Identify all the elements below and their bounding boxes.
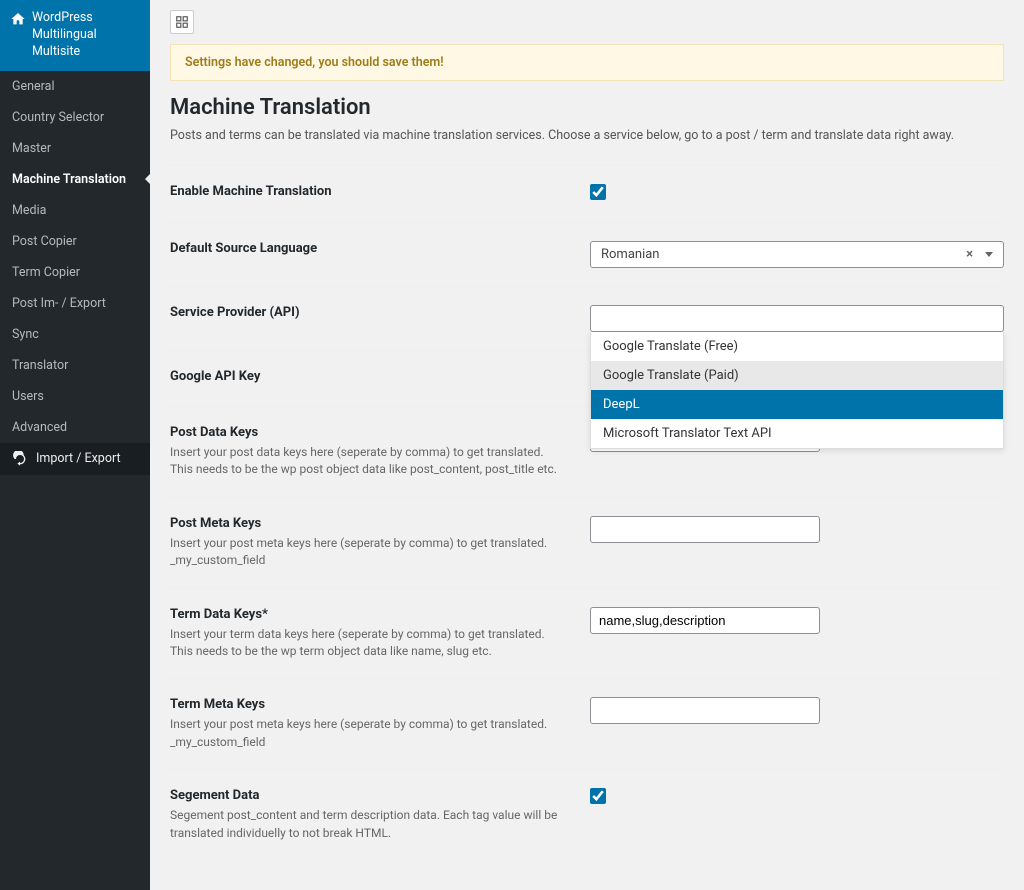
row-term-data-keys: Term Data Keys* Insert your term data ke… — [170, 588, 1004, 679]
sidebar-item-advanced[interactable]: Advanced — [0, 412, 150, 443]
label-enable: Enable Machine Translation — [170, 184, 566, 199]
label-provider: Service Provider (API) — [170, 305, 566, 320]
label-term-data-keys: Term Data Keys* — [170, 607, 566, 622]
help-post-data-keys: Insert your post data keys here (seperat… — [170, 444, 566, 479]
provider-option[interactable]: Google Translate (Free) — [591, 332, 1003, 361]
checkbox-segment[interactable] — [590, 788, 606, 804]
sidebar-header[interactable]: WordPress Multilingual Multisite — [0, 0, 150, 71]
sidebar-item-post-im-export[interactable]: Post Im- / Export — [0, 288, 150, 319]
sidebar-item-machine-translation[interactable]: Machine Translation — [0, 164, 150, 195]
sidebar-item-sync[interactable]: Sync — [0, 319, 150, 350]
sidebar-item-master[interactable]: Master — [0, 133, 150, 164]
sidebar-item-media[interactable]: Media — [0, 195, 150, 226]
page-description: Posts and terms can be translated via ma… — [170, 128, 1004, 143]
notice-text: Settings have changed, you should save t… — [185, 55, 444, 70]
chevron-down-icon — [985, 252, 993, 257]
clear-icon[interactable]: × — [966, 247, 973, 262]
select-source-lang[interactable]: Romanian × — [590, 241, 1004, 268]
row-provider: Service Provider (API) Google Translate … — [170, 286, 1004, 350]
sidebar: WordPress Multilingual Multisite General… — [0, 0, 150, 890]
grid-icon — [175, 15, 189, 29]
sidebar-item-post-copier[interactable]: Post Copier — [0, 226, 150, 257]
input-term-meta-keys[interactable] — [590, 697, 820, 724]
select-provider-search[interactable] — [590, 305, 1004, 332]
row-source-lang: Default Source Language Romanian × — [170, 222, 1004, 286]
label-segment: Segement Data — [170, 788, 566, 803]
row-segment: Segement Data Segement post_content and … — [170, 769, 1004, 860]
site-title: WordPress Multilingual Multisite — [32, 10, 140, 61]
select-provider-dropdown: Google Translate (Free) Google Translate… — [590, 332, 1004, 449]
label-google-key: Google API Key — [170, 369, 566, 384]
input-post-meta-keys[interactable] — [590, 516, 820, 543]
row-term-meta-keys: Term Meta Keys Insert your post meta key… — [170, 678, 1004, 769]
sidebar-item-general[interactable]: General — [0, 71, 150, 102]
label-post-data-keys: Post Data Keys — [170, 425, 566, 440]
main-content: Settings have changed, you should save t… — [150, 0, 1024, 890]
home-icon — [10, 11, 26, 31]
notice-banner: Settings have changed, you should save t… — [170, 44, 1004, 81]
provider-option[interactable]: DeepL — [591, 390, 1003, 419]
row-enable: Enable Machine Translation — [170, 165, 1004, 222]
select-provider[interactable]: Google Translate (Free) Google Translate… — [590, 305, 1004, 332]
page-title: Machine Translation — [170, 95, 1004, 120]
sidebar-item-translator[interactable]: Translator — [0, 350, 150, 381]
sidebar-item-country-selector[interactable]: Country Selector — [0, 102, 150, 133]
checkbox-enable[interactable] — [590, 184, 606, 200]
input-term-data-keys[interactable] — [590, 607, 820, 634]
label-post-meta-keys: Post Meta Keys — [170, 516, 566, 531]
sidebar-item-term-copier[interactable]: Term Copier — [0, 257, 150, 288]
provider-option[interactable]: Microsoft Translator Text API — [591, 419, 1003, 448]
label-source-lang: Default Source Language — [170, 241, 566, 256]
select-source-lang-value: Romanian — [601, 247, 660, 262]
help-segment: Segement post_content and term descripti… — [170, 807, 566, 842]
row-post-meta-keys: Post Meta Keys Insert your post meta key… — [170, 497, 1004, 588]
label-term-meta-keys: Term Meta Keys — [170, 697, 566, 712]
help-term-meta-keys: Insert your post meta keys here (seperat… — [170, 716, 566, 751]
refresh-icon — [12, 451, 28, 467]
help-post-meta-keys: Insert your post meta keys here (seperat… — [170, 535, 566, 570]
sidebar-item-import-export[interactable]: Import / Export — [0, 443, 150, 475]
sidebar-item-users[interactable]: Users — [0, 381, 150, 412]
layout-grid-button[interactable] — [170, 10, 194, 34]
provider-option[interactable]: Google Translate (Paid) — [591, 361, 1003, 390]
